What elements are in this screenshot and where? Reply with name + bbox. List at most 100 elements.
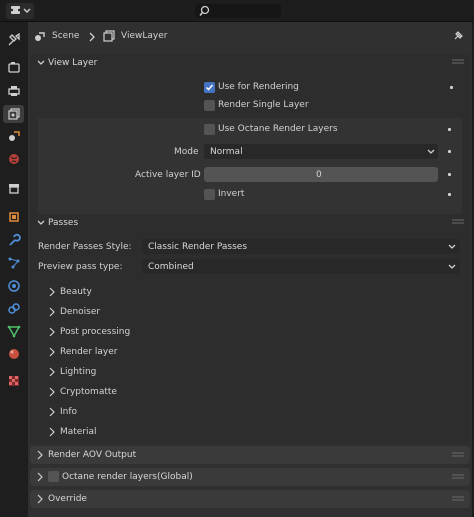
octane-render-layers-global-checkbox[interactable] [48, 471, 59, 482]
scene-icon [8, 131, 20, 141]
particles-icon [8, 257, 19, 269]
pin-icon[interactable] [452, 30, 464, 42]
octane-render-layers-global-title: Octane render layers(Global) [62, 472, 193, 482]
check-icon [205, 84, 214, 91]
drag-grip-icon[interactable] [452, 474, 464, 480]
search-icon [199, 5, 210, 16]
octane-render-layers-global-panel[interactable]: Octane render layers(Global) [30, 468, 470, 486]
mode-label: Mode [174, 147, 199, 157]
particles-tab[interactable] [3, 254, 24, 272]
modifier-tab[interactable] [3, 231, 24, 249]
override-panel[interactable]: Override [30, 490, 470, 508]
properties-tab-strip [0, 22, 27, 517]
printer-icon [7, 86, 20, 96]
view-layer-title[interactable]: View Layer [48, 58, 97, 68]
render-aov-output-panel[interactable]: Render AOV Output [30, 446, 470, 464]
render-passes-style-dropdown[interactable]: Classic Render Passes [142, 239, 460, 254]
view-layer-tab[interactable] [3, 105, 24, 123]
keyframe-dot[interactable] [448, 193, 451, 196]
view-layer-panel: View Layer Use for Rendering Render Sing… [30, 54, 470, 230]
preview-pass-type-label: Preview pass type: [38, 262, 123, 272]
chevron-right-icon [49, 367, 55, 377]
subpanel-label: Post processing [60, 327, 131, 337]
material-tab[interactable] [3, 345, 24, 363]
constraint-icon [7, 303, 20, 314]
physics-orbit-icon [7, 280, 20, 292]
chevron-right-icon [37, 450, 43, 460]
active-layer-id-field[interactable]: 0 [204, 167, 438, 182]
editor-type-icon [11, 6, 31, 14]
chevron-down-icon[interactable] [36, 218, 46, 228]
drag-grip-icon[interactable] [452, 59, 464, 65]
search-input[interactable] [195, 4, 281, 18]
chevron-right-icon [49, 407, 55, 417]
scene-icon [35, 32, 45, 41]
image-stack-icon [103, 30, 115, 42]
preview-pass-type-value: Combined [148, 262, 194, 272]
scene-tab[interactable] [3, 127, 24, 145]
subpanel-label: Material [60, 427, 97, 437]
wrench-icon [8, 233, 21, 246]
properties-main: Scene ViewLayer View Layer Use for Rende… [28, 22, 472, 517]
keyframe-dot[interactable] [450, 86, 453, 89]
constraints-tab[interactable] [3, 300, 24, 318]
render-single-layer-label: Render Single Layer [218, 100, 309, 110]
active-layer-id-label: Active layer ID [135, 170, 201, 180]
editor-type-button[interactable] [6, 3, 34, 19]
subpanel-label: Render layer [60, 347, 118, 357]
override-title: Override [48, 494, 87, 504]
keyframe-dot[interactable] [448, 150, 451, 153]
world-icon [8, 154, 19, 164]
subpanel-label: Lighting [60, 367, 97, 377]
mode-dropdown[interactable]: Normal [204, 144, 438, 159]
object-tab[interactable] [3, 208, 24, 226]
chevron-right-icon [37, 472, 43, 482]
physics-tab[interactable] [3, 277, 24, 295]
breadcrumb: Scene ViewLayer [28, 22, 472, 52]
drag-grip-icon[interactable] [452, 496, 464, 502]
active-layer-id-value: 0 [316, 170, 322, 180]
camera-back-icon [7, 62, 20, 73]
passes-title[interactable]: Passes [48, 218, 78, 228]
render-passes-style-label: Render Passes Style: [38, 242, 132, 252]
breadcrumb-viewlayer: ViewLayer [121, 31, 168, 41]
render-single-layer-checkbox[interactable] [204, 100, 215, 111]
tool-icon [8, 33, 20, 46]
subpanel-label: Info [60, 407, 78, 417]
data-tab[interactable] [3, 322, 24, 340]
drag-grip-icon[interactable] [452, 452, 464, 458]
use-octane-render-layers-label: Use Octane Render Layers [218, 124, 338, 134]
render-aov-output-title: Render AOV Output [48, 450, 137, 460]
use-for-rendering-label: Use for Rendering [218, 82, 299, 92]
chevron-right-icon [37, 494, 43, 504]
output-tab[interactable] [3, 82, 24, 100]
octane-layers-box: Use Octane Render Layers Mode Normal Act… [38, 118, 462, 226]
texture-tab[interactable] [3, 372, 24, 390]
chevron-down-icon[interactable] [36, 58, 46, 68]
subpanel-label: Denoiser [60, 307, 101, 317]
keyframe-dot[interactable] [448, 173, 451, 176]
mode-value: Normal [210, 147, 243, 157]
collection-tab[interactable] [3, 179, 24, 197]
world-tab[interactable] [3, 150, 24, 168]
keyframe-dot[interactable] [448, 128, 451, 131]
material-sphere-icon [8, 349, 19, 359]
mesh-data-icon [7, 325, 20, 338]
use-octane-render-layers-checkbox[interactable] [204, 124, 215, 135]
object-cube-icon [8, 212, 19, 222]
chevron-down-icon [448, 244, 456, 249]
chevron-down-icon [448, 264, 456, 269]
render-passes-style-value: Classic Render Passes [148, 242, 248, 252]
invert-checkbox[interactable] [204, 189, 215, 200]
drag-grip-icon[interactable] [452, 219, 464, 225]
image-stack-icon [7, 108, 20, 120]
tool-tab[interactable] [3, 31, 24, 49]
passes-panel: Passes Render Passes Style: Classic Rend… [30, 214, 470, 444]
preview-pass-type-dropdown[interactable]: Combined [142, 259, 460, 274]
use-for-rendering-checkbox[interactable] [204, 82, 215, 93]
top-bar [0, 0, 474, 22]
render-tab[interactable] [3, 58, 24, 76]
chevron-right-icon [49, 427, 55, 437]
subpanel-label: Cryptomatte [60, 387, 117, 397]
checker-texture-icon [8, 376, 19, 386]
